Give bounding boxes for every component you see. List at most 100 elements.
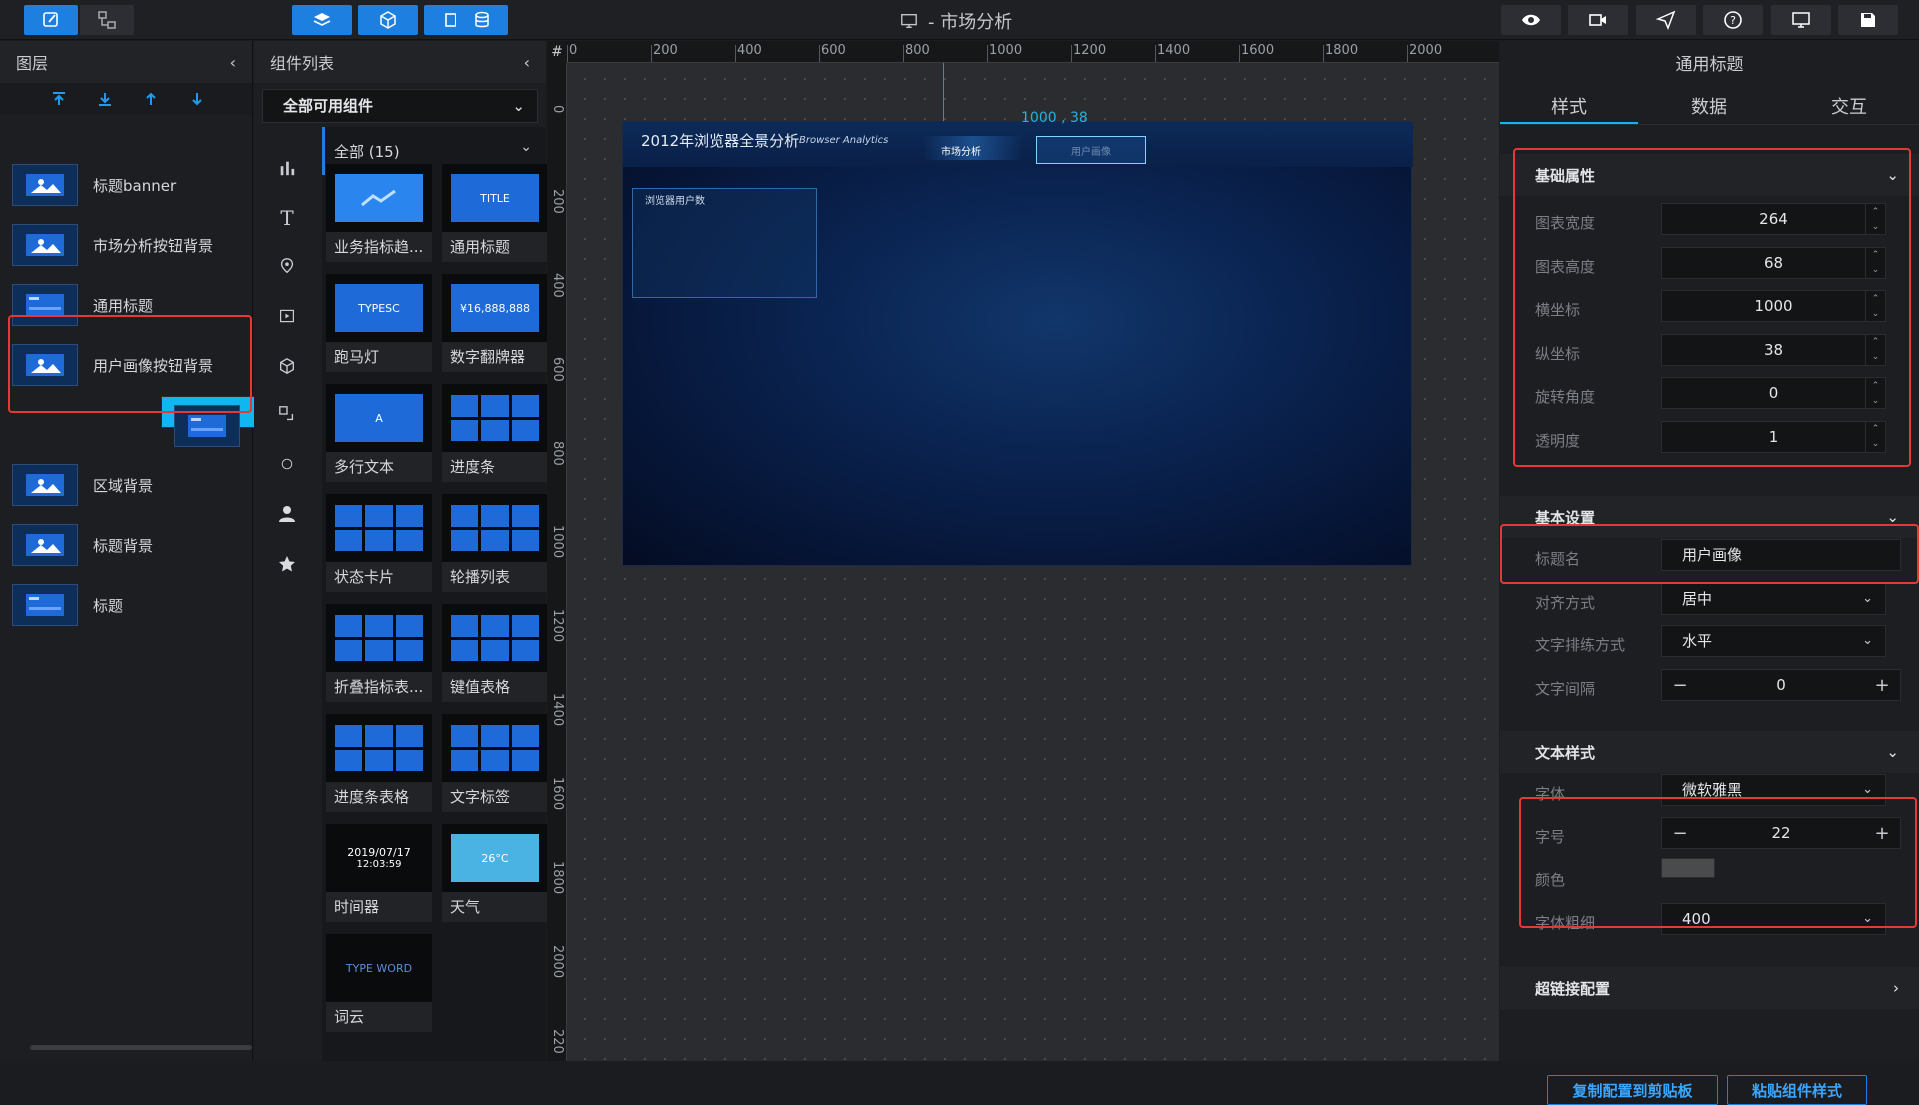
component-card[interactable]: 文字标签 xyxy=(442,714,548,812)
component-label: 键值表格 xyxy=(442,672,548,702)
ruler-tick-label: 220 xyxy=(550,1029,565,1054)
component-label: 数字翻牌器 xyxy=(442,342,548,372)
circle-category-icon[interactable] xyxy=(276,453,298,475)
component-label: 进度条 xyxy=(442,452,548,482)
eye-icon xyxy=(1522,14,1540,26)
tab-style[interactable]: 样式 xyxy=(1500,93,1638,119)
collapse-left-icon[interactable]: ‹ xyxy=(524,53,530,72)
preview-button[interactable] xyxy=(1501,5,1561,35)
minus-icon[interactable]: − xyxy=(1662,675,1698,696)
text-category-icon[interactable]: T xyxy=(276,206,298,230)
component-card[interactable]: 折叠指标表... xyxy=(326,604,432,702)
move-bottom-icon[interactable] xyxy=(94,88,116,110)
move-down-icon[interactable] xyxy=(186,88,208,110)
layer-item[interactable]: 标题 xyxy=(0,576,253,634)
editor-canvas[interactable]: # 0 200 400 600 800 1000 1200 1400 1600 1800 2000 … xyxy=(547,41,1499,1061)
layer-item[interactable]: 市场分析按钮背景 xyxy=(0,216,253,274)
chevron-down-icon[interactable]: ⌄ xyxy=(520,139,532,155)
star-category-icon[interactable] xyxy=(276,553,298,575)
component-card[interactable]: TITLE 通用标题 xyxy=(442,164,548,262)
publish-button[interactable] xyxy=(1636,5,1696,35)
component-label: 天气 xyxy=(442,892,548,922)
layer-item[interactable]: 标题banner xyxy=(0,156,253,214)
map-category-icon[interactable] xyxy=(276,255,298,277)
market-analysis-tab[interactable]: 市场分析 xyxy=(941,143,981,158)
database-icon[interactable] xyxy=(456,5,508,35)
properties-title: 通用标题 xyxy=(1675,54,1744,75)
region-panel[interactable]: 浏览器用户数 xyxy=(632,188,817,298)
ruler-tick xyxy=(1323,45,1324,62)
paste-style-button[interactable]: 粘贴组件样式 xyxy=(1727,1075,1867,1105)
kv-icon xyxy=(451,615,539,661)
media-category-icon[interactable] xyxy=(276,305,298,327)
ruler-tick-label: 1200 xyxy=(550,609,565,643)
cube-icon[interactable] xyxy=(358,5,418,35)
component-preview xyxy=(442,494,548,562)
component-preview xyxy=(326,164,432,232)
component-label: 状态卡片 xyxy=(326,562,432,592)
text-direction-label: 文字排练方式 xyxy=(1535,636,1626,654)
component-card[interactable]: 键值表格 xyxy=(442,604,548,702)
image-thumb-icon xyxy=(12,524,78,566)
component-card[interactable]: 进度条表格 xyxy=(326,714,432,812)
ruler-tick xyxy=(819,45,820,62)
3d-category-icon[interactable] xyxy=(276,355,298,377)
tab-data[interactable]: 数据 xyxy=(1640,93,1778,119)
component-card[interactable]: 业务指标趋... xyxy=(326,164,432,262)
selected-element-box[interactable]: 用户画像 xyxy=(1036,136,1146,164)
component-filter-value: 全部可用组件 xyxy=(283,97,374,115)
svg-text:?: ? xyxy=(1730,14,1736,27)
plus-icon[interactable]: + xyxy=(1864,675,1900,696)
component-preview: TYPE WORD xyxy=(326,934,432,1002)
chart-category-icon[interactable] xyxy=(276,157,298,179)
letter-spacing-stepper[interactable]: − 0 + xyxy=(1661,669,1901,701)
hierarchy-icon[interactable] xyxy=(80,5,134,35)
section-hyperlink[interactable]: 超链接配置 › xyxy=(1500,967,1919,1009)
component-card[interactable]: 26°C 天气 xyxy=(442,824,548,922)
layers-scrollbar[interactable] xyxy=(30,1045,252,1050)
component-card[interactable]: ¥16,888,888 数字翻牌器 xyxy=(442,274,548,372)
collapse-left-icon[interactable]: ‹ xyxy=(230,53,236,72)
component-preview xyxy=(326,604,432,672)
component-card[interactable]: 轮播列表 xyxy=(442,494,548,592)
ruler-tick-label: 200 xyxy=(550,189,565,214)
tab-interaction[interactable]: 交互 xyxy=(1780,93,1918,119)
preview-text: TYPE WORD xyxy=(345,961,413,975)
horizontal-ruler: 0 200 400 600 800 1000 1200 1400 1600 1800 2000 xyxy=(567,41,1499,63)
layer-label: 标题 xyxy=(93,597,124,615)
move-top-icon[interactable] xyxy=(48,88,70,110)
component-label: 折叠指标表... xyxy=(326,672,432,702)
text-direction-select[interactable]: 水平 ⌄ xyxy=(1661,625,1886,657)
layers-icon[interactable] xyxy=(292,5,352,35)
move-up-icon[interactable] xyxy=(140,88,162,110)
highlight-title-name xyxy=(1500,524,1919,584)
component-card[interactable]: 进度条 xyxy=(442,384,548,482)
component-filter-select[interactable]: 全部可用组件 ⌄ xyxy=(262,89,538,123)
component-preview xyxy=(442,384,548,452)
highlight-layer-selection xyxy=(8,315,252,413)
layer-item[interactable]: 区域背景 xyxy=(0,456,253,514)
ruler-tick-label: 1000 xyxy=(989,43,1023,58)
component-card[interactable]: 状态卡片 xyxy=(326,494,432,592)
interaction-category-icon[interactable] xyxy=(276,403,298,425)
screen-button[interactable] xyxy=(1771,5,1831,35)
section-text-style[interactable]: 文本样式 ⌄ xyxy=(1500,731,1919,773)
component-card[interactable]: TYPESC 跑马灯 xyxy=(326,274,432,372)
component-label: 词云 xyxy=(326,1002,432,1032)
ruler-tick xyxy=(1239,45,1240,62)
edit-icon[interactable] xyxy=(24,5,78,35)
dashboard-screen[interactable]: 2012年浏览器全景分析 Browser Analytics 市场分析 1000… xyxy=(622,110,1413,566)
component-card[interactable]: TYPE WORD 词云 xyxy=(326,934,432,1032)
grid-toggle-icon[interactable]: # xyxy=(547,41,567,63)
ruler-tick-label: 600 xyxy=(821,43,846,58)
help-button[interactable]: ? xyxy=(1703,5,1763,35)
align-select[interactable]: 居中 ⌄ xyxy=(1661,583,1886,615)
component-card[interactable]: A 多行文本 xyxy=(326,384,432,482)
record-button[interactable] xyxy=(1568,5,1628,35)
copy-config-button[interactable]: 复制配置到剪贴板 xyxy=(1547,1075,1718,1105)
user-category-icon[interactable] xyxy=(276,503,298,525)
save-button[interactable] xyxy=(1838,5,1898,35)
component-card[interactable]: 2019/07/17 12:03:59 时间器 xyxy=(326,824,432,922)
layer-item[interactable]: 标题背景 xyxy=(0,516,253,574)
image-thumb-icon xyxy=(12,164,78,206)
